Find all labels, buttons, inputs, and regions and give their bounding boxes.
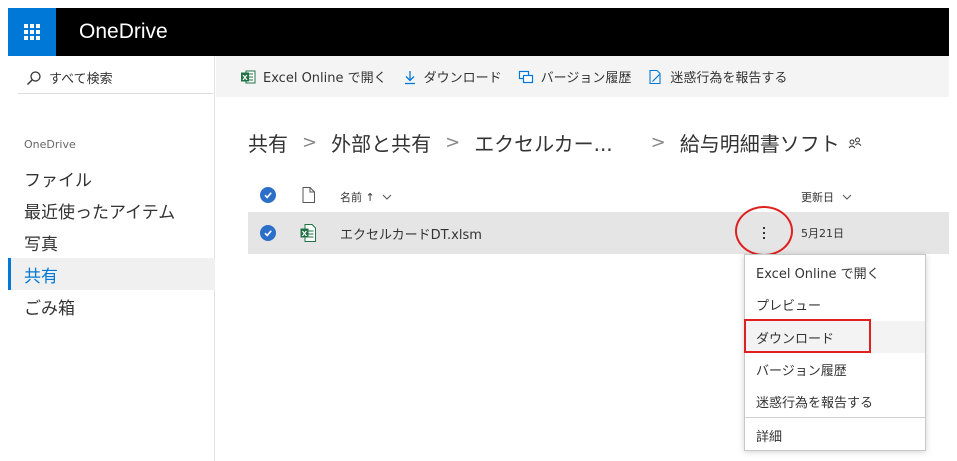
version-history-button[interactable]: バージョン履歴	[518, 67, 632, 86]
breadcrumb: 共有 > 外部と共有 > エクセルカー... > 給与明細書ソフト	[248, 128, 862, 157]
file-modified-date: 5月21日	[801, 227, 844, 240]
report-button[interactable]: 迷惑行為を報告する	[647, 67, 787, 86]
sidebar-item-files[interactable]: ファイル	[8, 162, 215, 194]
menu-item-label: プレビュー	[756, 298, 822, 314]
svg-text:X: X	[302, 230, 308, 238]
sidebar-item-label: ごみ箱	[24, 298, 75, 319]
column-header-name[interactable]: 名前 ↑	[340, 189, 392, 205]
open-in-excel-button[interactable]: X Excel Online で開く	[240, 67, 387, 86]
menu-item-details[interactable]: 詳細	[745, 419, 925, 451]
menu-item-open-excel[interactable]: Excel Online で開く	[745, 256, 925, 288]
version-history-label: バージョン履歴	[540, 71, 632, 86]
menu-item-version-history[interactable]: バージョン履歴	[745, 353, 925, 385]
menu-item-label: 迷惑行為を報告する	[756, 395, 874, 411]
menu-divider	[745, 417, 925, 418]
breadcrumb-item-current: 給与明細書ソフト	[679, 132, 840, 156]
version-history-icon	[518, 69, 534, 85]
app-title[interactable]: OneDrive	[79, 20, 168, 44]
row-checkbox[interactable]	[260, 225, 276, 241]
table-row[interactable]: X エクセルカードDT.xlsm 5月21日	[248, 212, 949, 254]
app-launcher-button[interactable]	[8, 8, 56, 56]
column-header-modified-label: 更新日	[801, 191, 834, 204]
search-icon	[26, 70, 42, 86]
sidebar-item-recycle-bin[interactable]: ごみ箱	[8, 290, 215, 322]
excel-icon: X	[240, 69, 256, 85]
chevron-down-icon	[382, 191, 392, 204]
report-label: 迷惑行為を報告する	[670, 71, 788, 86]
sidebar: すべて検索 OneDrive ファイル 最近使ったアイテム 写真 共有 ごみ箱	[8, 56, 215, 461]
download-icon	[403, 69, 417, 85]
menu-item-report[interactable]: 迷惑行為を報告する	[745, 385, 925, 417]
list-header: 名前 ↑ 更新日	[248, 180, 949, 210]
menu-item-label: 詳細	[756, 429, 783, 445]
waffle-icon	[24, 24, 40, 40]
svg-text:X: X	[242, 74, 248, 82]
download-button[interactable]: ダウンロード	[403, 67, 502, 86]
column-header-modified[interactable]: 更新日	[801, 189, 852, 205]
breadcrumb-separator: >	[302, 132, 318, 153]
download-label: ダウンロード	[423, 71, 502, 86]
menu-item-label: Excel Online で開く	[756, 266, 880, 282]
search-box[interactable]: すべて検索	[18, 62, 213, 94]
open-in-excel-label: Excel Online で開く	[263, 71, 387, 86]
file-name-link[interactable]: エクセルカードDT.xlsm	[340, 224, 482, 243]
check-icon	[264, 192, 272, 199]
breadcrumb-item-shared[interactable]: 共有	[248, 128, 288, 157]
select-all-checkbox[interactable]	[260, 187, 276, 203]
sidebar-item-photos[interactable]: 写真	[8, 226, 215, 258]
shared-people-icon	[848, 136, 862, 150]
breadcrumb-separator: >	[445, 132, 461, 153]
chevron-down-icon	[842, 191, 852, 204]
check-icon	[264, 230, 272, 237]
annotation-highlight-box	[744, 319, 871, 353]
menu-item-preview[interactable]: プレビュー	[745, 288, 925, 320]
file-type-icon	[302, 187, 315, 206]
sidebar-item-label: ファイル	[24, 170, 92, 191]
breadcrumb-item-folder[interactable]: エクセルカー...	[474, 128, 612, 157]
nav-list: ファイル 最近使ったアイテム 写真 共有 ごみ箱	[8, 162, 215, 322]
column-header-name-label: 名前 ↑	[340, 191, 375, 204]
more-vertical-icon	[762, 227, 766, 239]
excel-file-icon: X	[300, 224, 316, 246]
top-bar: OneDrive	[8, 8, 949, 56]
nav-section-label: OneDrive	[24, 138, 76, 151]
sidebar-item-recent[interactable]: 最近使ったアイテム	[8, 194, 215, 226]
sidebar-item-label: 共有	[24, 266, 58, 287]
sidebar-item-shared[interactable]: 共有	[8, 258, 215, 290]
report-icon	[647, 69, 663, 85]
sidebar-item-label: 写真	[24, 234, 58, 255]
sidebar-item-label: 最近使ったアイテム	[24, 202, 176, 223]
command-bar: X Excel Online で開く ダウンロード バージョン履歴 迷惑行為を報…	[216, 56, 949, 97]
breadcrumb-separator: >	[650, 132, 666, 153]
breadcrumb-item-external[interactable]: 外部と共有	[331, 128, 431, 157]
menu-item-label: バージョン履歴	[756, 363, 847, 379]
search-placeholder: すべて検索	[49, 72, 113, 87]
